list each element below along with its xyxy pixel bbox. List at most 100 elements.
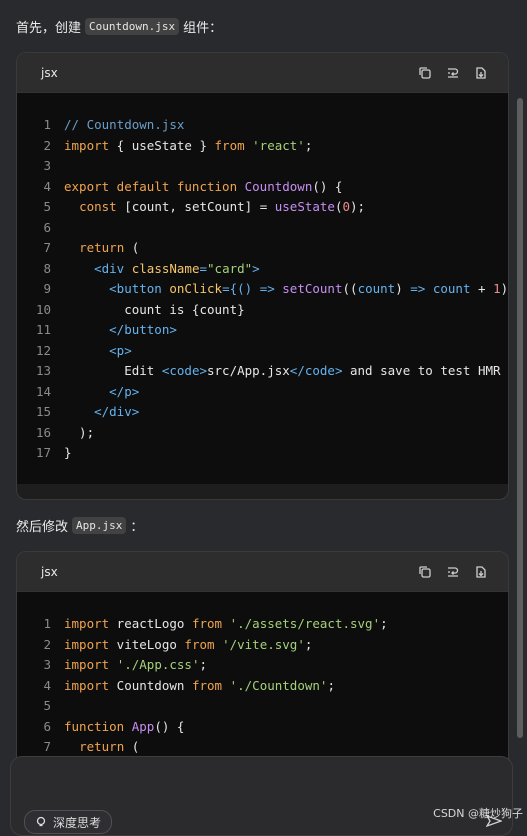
line-number: 12 [35, 342, 51, 358]
code-text: import './App.css'; [64, 655, 207, 676]
line-number: 14 [35, 383, 51, 399]
code-token: ) [395, 281, 411, 296]
code-token: <p> [109, 342, 132, 358]
download-icon[interactable] [474, 565, 488, 579]
code-token: ; [199, 657, 208, 672]
code-token: + [470, 281, 494, 296]
code-line: 4 export default function Countdown() { [17, 177, 508, 198]
copy-icon[interactable] [418, 565, 432, 579]
code-token: from [184, 636, 215, 652]
code-text: </button> [64, 320, 177, 341]
code-line: 2 import { useState } from 'react'; [17, 136, 508, 157]
code-text: } [64, 443, 72, 464]
mid-text-before: 然后修改 [16, 520, 69, 535]
code-token: function [64, 718, 125, 734]
code-line: 6 [17, 218, 508, 239]
code-token: ; [304, 636, 313, 652]
code-token: ( [124, 739, 140, 754]
code-token: ( [124, 240, 140, 255]
code-token: () => [237, 281, 283, 296]
code-token: Countdown [109, 677, 192, 693]
code-token: './App.css' [116, 657, 200, 672]
wrap-lines-icon[interactable] [446, 66, 460, 80]
code-token: count is {count} [64, 301, 245, 317]
code-line: 5 [17, 696, 508, 717]
line-number: 9 [43, 281, 51, 296]
code-text: </div> [64, 402, 139, 423]
line-number: 15 [35, 404, 51, 419]
code-token: '/vite.svg' [222, 636, 305, 652]
mid-text-after: ： [130, 520, 144, 535]
line-number: 8 [43, 260, 51, 276]
code-token: const [79, 199, 117, 214]
inline-code-filename: Countdown.jsx [85, 18, 180, 35]
copy-icon[interactable] [418, 66, 432, 80]
code-token: Countdown [244, 178, 313, 194]
code-line: 10 count is {count} [17, 300, 508, 321]
code-text: Edit <code>src/App.jsx</code> and save t… [64, 361, 501, 382]
modify-app-paragraph: 然后修改 App.jsx ： [16, 516, 143, 535]
download-icon[interactable] [474, 66, 488, 80]
code-token: reactLogo [109, 616, 192, 631]
code-line: 7 return ( [17, 737, 508, 758]
code-text: import reactLogo from './assets/react.sv… [64, 614, 388, 635]
code-token: ); [350, 199, 366, 214]
code-text: <div className="card"> [64, 259, 260, 280]
code-token: and save to test HMR [342, 363, 501, 378]
code-token: <code> [161, 363, 207, 378]
code-token: > [252, 260, 260, 276]
line-number: 10 [35, 301, 51, 317]
line-number: 11 [35, 322, 51, 337]
code-line: 16 ); [17, 423, 508, 444]
code-line: 6 function App() { [17, 717, 508, 738]
code-text: <button onClick={() => setCount((count) … [64, 279, 508, 300]
code-token: () { [312, 178, 343, 194]
code-line: 1 // Countdown.jsx [17, 115, 508, 136]
line-number: 1 [43, 117, 51, 132]
deep-think-button[interactable]: 深度思考 [24, 810, 113, 834]
code-token: setCount [282, 281, 343, 296]
wrap-lines-icon[interactable] [446, 565, 460, 579]
code-token: "card" [207, 260, 253, 276]
code-line: 8 <div className="card"> [17, 259, 508, 280]
code-token: <button [109, 281, 162, 296]
code-token: count [432, 281, 471, 296]
code-text: count is {count} [64, 300, 245, 321]
code-token: import [64, 636, 110, 652]
code-line: 7 return ( [17, 238, 508, 259]
code-line: 17} [17, 443, 508, 464]
intro-paragraph: 首先，创建 Countdown.jsx 组件： [16, 17, 222, 36]
code-token: => [410, 281, 426, 296]
line-number: 7 [43, 739, 51, 754]
inline-code-filename: App.jsx [72, 517, 127, 534]
code-token: return [79, 739, 125, 754]
scrollbar[interactable] [517, 98, 523, 738]
code-token: { useState } [109, 137, 215, 153]
code-line: 15 </div> [17, 402, 508, 423]
code-text: <p> [64, 341, 132, 362]
code-token: ); [64, 424, 95, 440]
code-line: 5 const [count, setCount] = useState(0); [17, 197, 508, 218]
intro-text-before: 首先，创建 [16, 21, 82, 36]
code-text: // Countdown.jsx [64, 115, 184, 136]
code-token: ; [304, 137, 313, 153]
code-actions [418, 565, 488, 579]
code-token: (( [342, 281, 358, 296]
code-token: from [191, 677, 223, 693]
line-number: 16 [35, 424, 51, 440]
code-token: src/App.jsx [207, 363, 290, 378]
code-text: ); [64, 423, 94, 444]
code-text: </p> [64, 382, 139, 403]
code-token: } [64, 445, 72, 460]
code-token: ={ [222, 281, 238, 296]
